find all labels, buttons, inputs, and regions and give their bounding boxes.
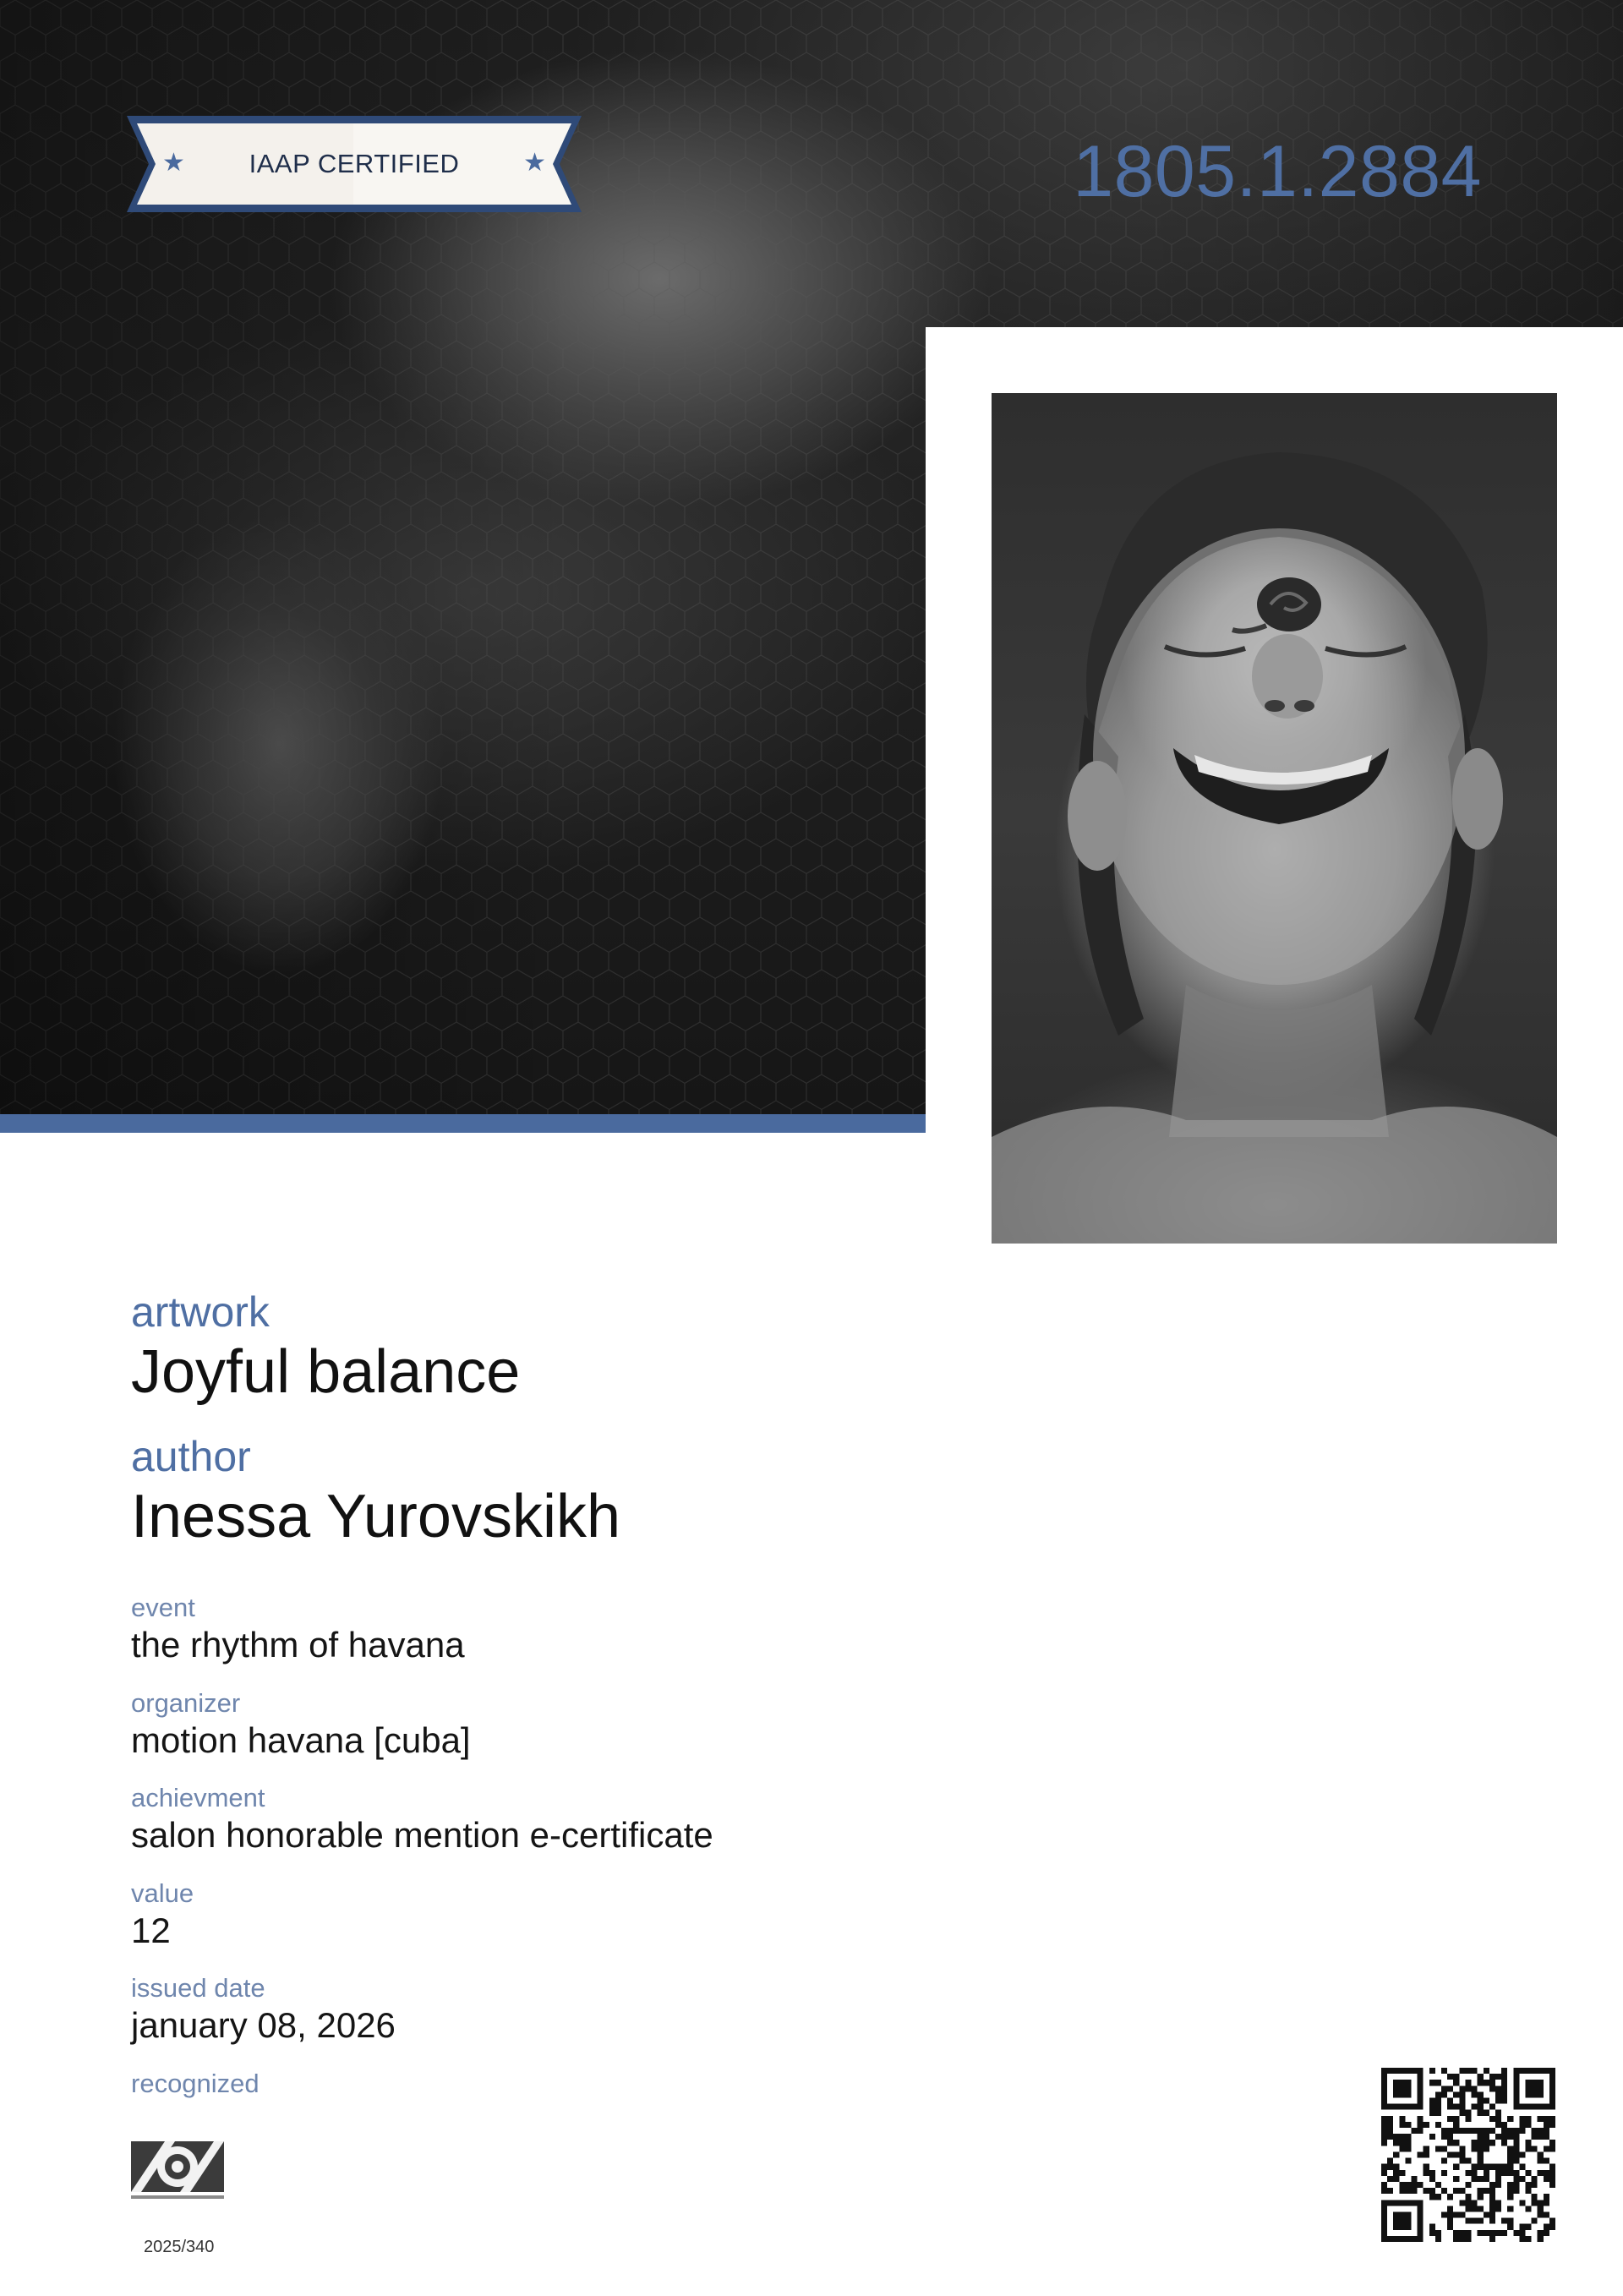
author-label: author [131,1433,251,1480]
author-name: Inessa Yurovskikh [131,1483,620,1550]
organizer-label: organizer [131,1688,241,1718]
artwork-illustration [992,452,1557,1244]
artwork-title: Joyful balance [131,1338,521,1406]
certificate-number: 1805.1.2884 [1073,131,1482,212]
achievement-label: achievment [131,1783,265,1812]
hero-accent-rule [0,1114,926,1133]
artwork-photo [992,393,1557,1244]
value-label: value [131,1878,194,1908]
organizer-value: motion havana [cuba] [131,1720,471,1760]
reference-code: 2025/340 [144,2238,215,2256]
artwork-label: artwork [131,1288,270,1336]
value-value: 12 [131,1911,171,1950]
issued-date-label: issued date [131,1973,265,2003]
achievement-value: salon honorable mention e-certificate [131,1815,713,1855]
iaap-logo-mark [131,2141,224,2199]
issued-date-value: january 08, 2026 [131,2005,396,2045]
iaap-logo [131,2141,224,2202]
certified-ribbon: ★ ★ IAAP CERTIFIED [127,116,582,212]
badge-label: IAAP CERTIFIED [249,149,460,178]
qr-code[interactable] [1381,2068,1555,2242]
recognized-label: recognized [131,2069,260,2098]
event-value: the rhythm of havana [131,1625,465,1665]
event-label: event [131,1593,195,1622]
